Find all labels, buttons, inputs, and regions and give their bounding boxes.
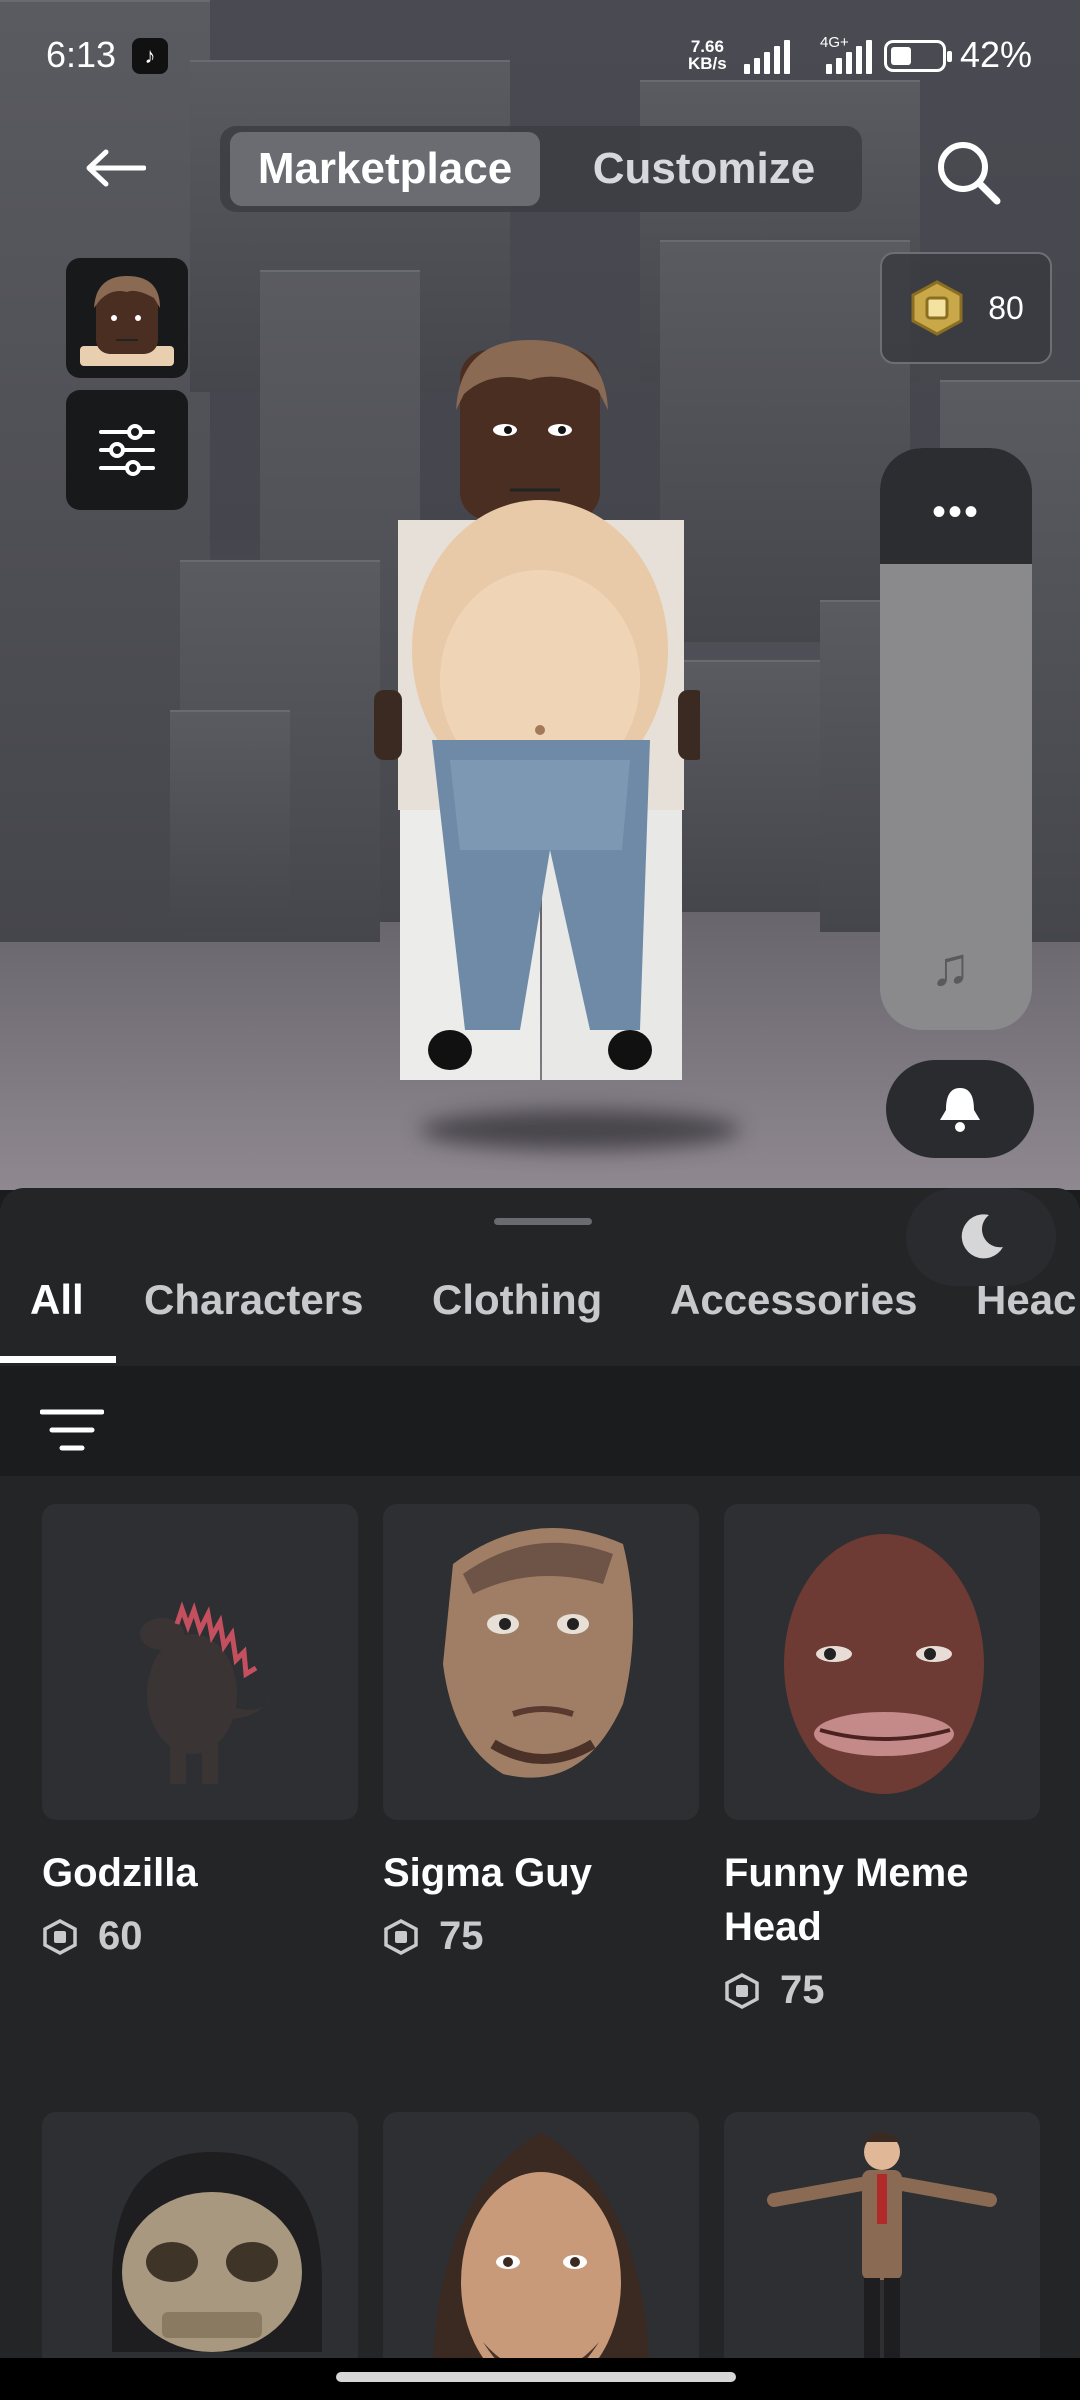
status-time: 6:13 [46,34,117,75]
dark-mode-button[interactable] [906,1188,1056,1286]
item-price: 60 [42,1914,358,1959]
home-gesture-handle[interactable] [336,2372,736,2382]
avatar-3d-model[interactable] [360,330,700,1090]
suit-man-figure-image [767,2132,997,2400]
item-card[interactable] [42,2112,358,2400]
body-adjust-button[interactable] [66,390,188,510]
tab-accessories[interactable]: Accessories [670,1276,918,1324]
status-bar: 6:13 ♪ 7.66 KB/s 4G+ 42% [0,0,1080,112]
robux-balance-button[interactable]: 80 [880,252,1052,364]
tab-customize[interactable]: Customize [558,132,850,206]
item-name: Godzilla [42,1851,198,1895]
item-name: Sigma Guy [383,1851,592,1895]
tab-all[interactable]: All [30,1276,84,1324]
item-card[interactable] [724,2112,1040,2400]
signal-strength-icon [744,40,790,74]
item-card[interactable] [383,2112,699,2400]
sliders-icon [99,424,155,476]
battery-percent: 42% [960,34,1033,75]
network-speed-unit: KB/s [688,54,727,73]
skull-hood-image [112,2152,322,2352]
robux-coin-icon [911,280,963,336]
item-price-amount: 60 [98,1914,143,1958]
tab-clothing[interactable]: Clothing [432,1276,602,1324]
item-thumbnail [42,1504,358,1820]
item-price-amount: 75 [439,1914,484,1958]
bearded-face-image [432,2132,650,2400]
item-card[interactable]: Sigma Guy 75 [383,1504,699,1959]
back-button[interactable] [72,130,158,206]
network-speed-value: 7.66 [690,37,724,56]
sigma-guy-face-image [443,1528,633,1778]
item-card[interactable]: Funny Meme Head 75 [724,1504,1040,2013]
battery-level [891,47,911,65]
sheet-drag-handle[interactable] [494,1218,592,1225]
avatar-shadow [420,1110,740,1150]
more-dots-icon: ••• [932,490,981,534]
more-options-button[interactable]: ••• [880,448,1032,564]
scene-block [170,710,290,932]
tab-marketplace[interactable]: Marketplace [230,132,540,206]
system-navigation-bar [0,2358,1080,2400]
item-thumbnail [42,2112,358,2400]
network-speed: 7.66 KB/s [688,38,727,72]
item-price-amount: 75 [780,1968,825,2012]
godzilla-image [140,1601,270,1784]
avatar-preview-button[interactable] [66,258,188,378]
item-card[interactable]: Godzilla 60 [42,1504,358,1959]
arrow-left-icon [86,149,146,187]
search-icon [938,142,1001,205]
music-note-icon[interactable]: ♫ [930,936,971,998]
robux-balance-amount: 80 [988,289,1024,326]
mode-switch: Marketplace Customize [220,126,862,212]
robux-icon [384,1918,418,1955]
tiktok-notification-icon: ♪ [132,38,168,74]
funny-meme-head-image [784,1534,984,1794]
item-price: 75 [383,1914,699,1959]
moon-icon [961,1214,1003,1259]
battery-icon [884,40,952,72]
animation-panel: ••• ♫ [880,448,1032,1030]
marketplace-sheet: All Characters Clothing Accessories Heac [0,1188,1080,2400]
item-thumbnail [383,1504,699,1820]
item-thumbnail [724,2112,1040,2400]
robux-icon [725,1972,759,2009]
notifications-button[interactable] [886,1060,1034,1158]
tab-characters[interactable]: Characters [144,1276,363,1324]
active-tab-indicator [0,1356,116,1363]
item-thumbnail [383,2112,699,2400]
search-button[interactable] [920,124,1016,220]
item-thumbnail [724,1504,1040,1820]
signal-strength-icon [826,40,872,74]
item-price: 75 [724,1968,1040,2013]
item-name: Funny Meme Head [724,1851,969,1949]
category-tabs: All Characters Clothing Accessories Heac [0,1266,1080,1350]
bell-icon [940,1088,980,1132]
filter-bar [0,1366,1080,1476]
filter-icon[interactable] [40,1406,104,1454]
avatar-thumbnail [80,276,174,366]
robux-icon [43,1918,77,1955]
